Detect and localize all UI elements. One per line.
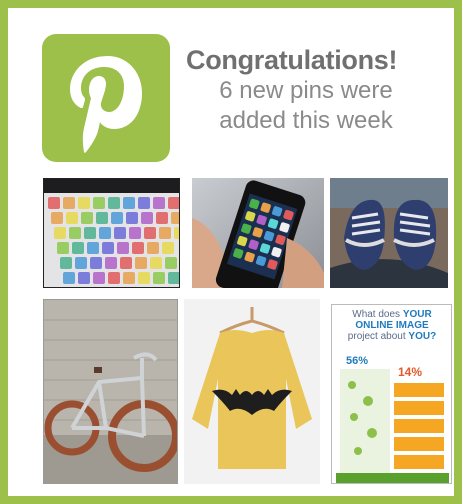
pin-image-bicycle[interactable]	[43, 299, 178, 484]
headline-subtitle-line1: 6 new pins were	[219, 77, 393, 104]
notification-frame: Congratulations! 6 new pins were added t…	[0, 0, 462, 504]
infographic-stat-right: 14%	[398, 365, 423, 379]
pin-image-sneakers[interactable]	[330, 178, 448, 288]
infographic-stat-big: 56%	[346, 355, 369, 367]
pinterest-logo-icon[interactable]	[42, 34, 170, 162]
infographic-title: What does YOUR ONLINE IMAGE project abou…	[347, 309, 437, 342]
pin-image-sweater[interactable]	[184, 299, 320, 484]
headline-subtitle-line2: added this week	[219, 107, 393, 134]
headline: Congratulations! 6 new pins were added t…	[186, 44, 456, 136]
pin-image-keyboard[interactable]	[43, 178, 180, 288]
pin-image-infographic[interactable]: What does YOUR ONLINE IMAGE project abou…	[331, 304, 452, 484]
pin-image-smartphone[interactable]	[192, 178, 324, 288]
headline-title: Congratulations!	[186, 45, 398, 75]
